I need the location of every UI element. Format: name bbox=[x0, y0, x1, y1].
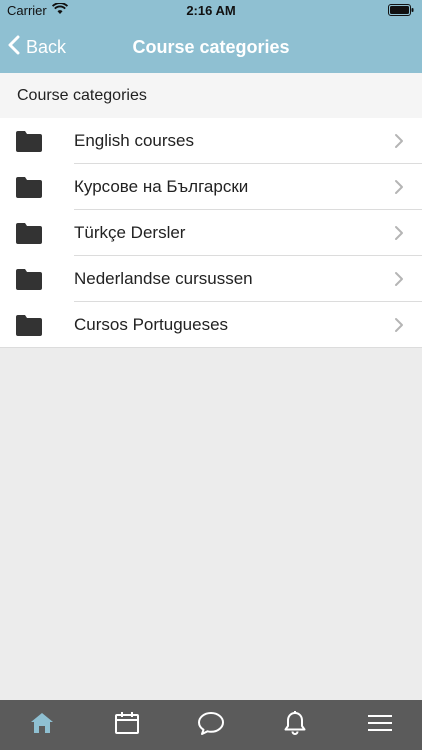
tab-menu[interactable] bbox=[338, 700, 422, 750]
divider bbox=[0, 347, 422, 348]
category-label: Türkçe Dersler bbox=[74, 223, 186, 242]
category-label: Курсове на Български bbox=[74, 177, 249, 196]
category-label: Nederlandse cursussen bbox=[74, 269, 253, 288]
tab-messages[interactable] bbox=[169, 700, 253, 750]
category-item[interactable]: Cursos Portugueses bbox=[0, 302, 422, 348]
folder-icon bbox=[16, 268, 42, 295]
tab-bar bbox=[0, 700, 422, 750]
folder-icon bbox=[16, 314, 42, 341]
chevron-right-icon bbox=[394, 179, 404, 200]
tab-notifications[interactable] bbox=[253, 700, 337, 750]
category-label: Cursos Portugueses bbox=[74, 315, 229, 334]
home-icon bbox=[29, 711, 55, 740]
chat-icon bbox=[197, 710, 225, 741]
chevron-right-icon bbox=[394, 225, 404, 246]
page-title: Course categories bbox=[132, 36, 290, 57]
chevron-right-icon bbox=[394, 133, 404, 154]
bell-icon bbox=[283, 710, 307, 741]
battery-icon bbox=[388, 4, 414, 19]
category-item[interactable]: Курсове на Български bbox=[0, 164, 422, 210]
folder-icon bbox=[16, 130, 42, 157]
category-list: English courses Курсове на Български Tür… bbox=[0, 118, 422, 348]
folder-icon bbox=[16, 176, 42, 203]
folder-icon bbox=[16, 222, 42, 249]
chevron-right-icon bbox=[394, 271, 404, 292]
status-bar: Carrier 2:16 AM bbox=[0, 0, 422, 21]
section-header: Course categories bbox=[0, 73, 422, 118]
category-label: English courses bbox=[74, 131, 195, 150]
category-item[interactable]: Türkçe Dersler bbox=[0, 210, 422, 256]
tab-calendar[interactable] bbox=[84, 700, 168, 750]
category-item[interactable]: English courses bbox=[0, 118, 422, 164]
calendar-icon bbox=[114, 711, 140, 740]
navigation-bar: Back Course categories bbox=[0, 21, 422, 73]
chevron-right-icon bbox=[394, 317, 404, 338]
tab-home[interactable] bbox=[0, 700, 84, 750]
category-item[interactable]: Nederlandse cursussen bbox=[0, 256, 422, 302]
status-time: 2:16 AM bbox=[186, 3, 236, 18]
menu-icon bbox=[367, 713, 393, 738]
